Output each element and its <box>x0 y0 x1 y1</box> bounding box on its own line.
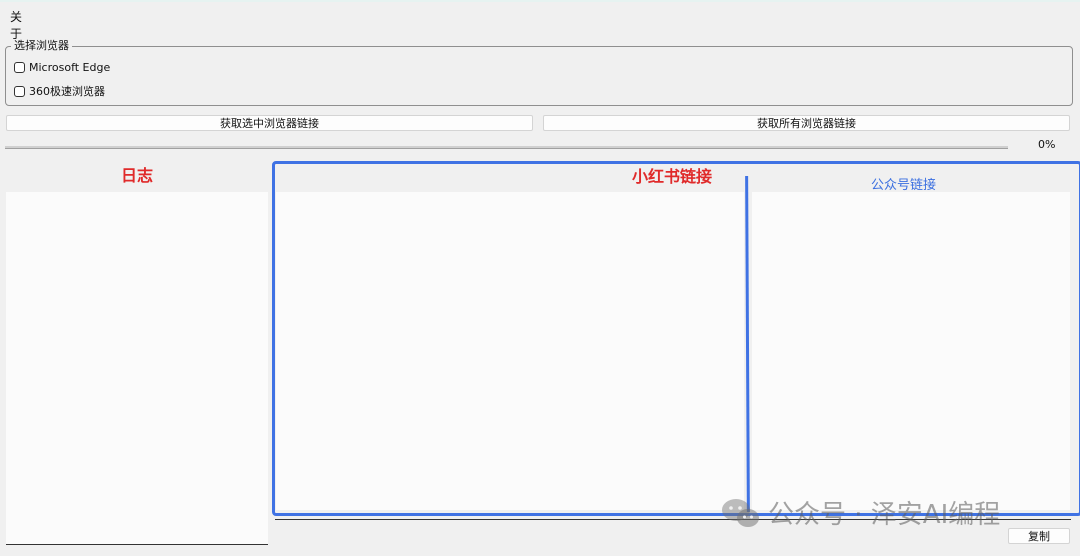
xhs-annotation-label: 小红书链接 <box>632 167 713 186</box>
menu-about[interactable]: 关于 <box>10 8 22 42</box>
progress-percent: 0% <box>1038 138 1056 151</box>
edge-checkbox[interactable] <box>14 62 25 73</box>
360-option[interactable]: 360极速浏览器 <box>14 83 105 99</box>
watermark: 公众号 · 泽安AI编程 <box>720 494 1000 531</box>
360-label: 360极速浏览器 <box>29 85 105 98</box>
edge-label: Microsoft Edge <box>29 61 111 74</box>
get-all-links-button[interactable]: 获取所有浏览器链接 <box>543 115 1070 131</box>
app-window: 关于 选择浏览器 Microsoft Edge 360极速浏览器 获取选中浏览器… <box>0 0 1080 556</box>
wechat-icon <box>720 496 762 530</box>
window-top-edge <box>0 0 1080 2</box>
get-selected-links-button[interactable]: 获取选中浏览器链接 <box>6 115 533 131</box>
progress-bar <box>5 146 1008 149</box>
watermark-text: 公众号 · 泽安AI编程 <box>768 500 1001 530</box>
copy-button[interactable]: 复制 <box>1008 528 1070 544</box>
log-annotation-label: 日志 <box>121 166 154 185</box>
log-textarea[interactable] <box>6 192 268 545</box>
annotation-frame <box>272 161 1080 516</box>
browser-select-group: 选择浏览器 Microsoft Edge 360极速浏览器 <box>5 39 1073 106</box>
edge-option[interactable]: Microsoft Edge <box>14 61 110 74</box>
gzh-annotation-label: 公众号链接 <box>871 178 937 193</box>
360-checkbox[interactable] <box>14 85 25 97</box>
browser-group-title: 选择浏览器 <box>11 39 72 53</box>
